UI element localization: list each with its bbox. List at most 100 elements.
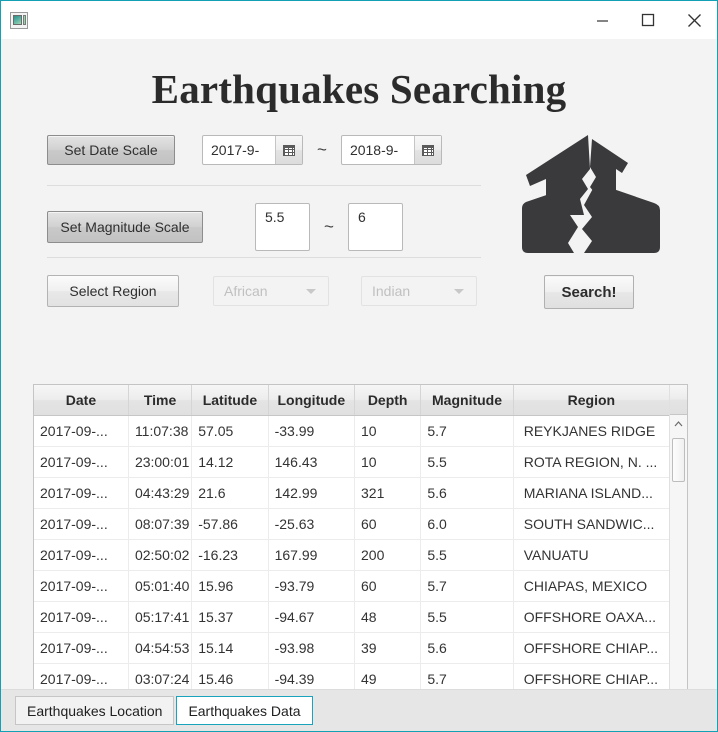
cell-region: MARIANA ISLAND...: [513, 477, 669, 509]
column-header-time[interactable]: Time: [128, 385, 193, 416]
chevron-down-icon: [454, 289, 464, 294]
calendar-icon: [283, 144, 295, 156]
date-from-value: 2017-9-: [211, 142, 260, 158]
cell-longitude: 167.99: [268, 539, 356, 571]
minimize-button[interactable]: [579, 1, 625, 39]
column-header-depth[interactable]: Depth: [354, 385, 422, 416]
magnitude-from-input[interactable]: 5.5: [255, 203, 310, 251]
scroll-up-button[interactable]: [670, 415, 687, 432]
divider-2: [47, 257, 481, 258]
cell-time: 02:50:02: [128, 539, 193, 571]
date-from-field[interactable]: 2017-9-: [202, 135, 303, 165]
date-scale-row: Set Date Scale 2017-9- ~ 2018-9-: [47, 135, 442, 165]
column-header-longitude[interactable]: Longitude: [268, 385, 356, 416]
vertical-scrollbar[interactable]: [669, 385, 687, 723]
date-from-calendar-button[interactable]: [275, 136, 302, 164]
region-row: Select Region African Indian: [47, 275, 477, 307]
search-button[interactable]: Search!: [544, 275, 634, 309]
select-region-button[interactable]: Select Region: [47, 275, 179, 307]
cell-region: OFFSHORE OAXA...: [513, 601, 669, 633]
cell-latitude: 15.14: [191, 632, 269, 664]
date-to-field[interactable]: 2018-9-: [340, 135, 442, 165]
region-combo-secondary-value: Indian: [372, 283, 411, 299]
application-window: Earthquakes Searching Set Date Scale 201…: [0, 0, 718, 732]
table-row[interactable]: 2017-09-... 11:07:38 57.05 -33.99 10 5.7 REYKJ…: [34, 415, 669, 447]
cell-time: 05:17:41: [128, 601, 193, 633]
scrollbar-thumb[interactable]: [672, 438, 685, 482]
table-row[interactable]: 2017-09-... 04:43:29 21.6 142.99 321 5.6 MARIA…: [34, 477, 669, 509]
table-body: 2017-09-... 11:07:38 57.05 -33.99 10 5.7 REYKJ…: [34, 415, 669, 723]
cell-time: 05:01:40: [128, 570, 193, 602]
cell-longitude: -93.79: [268, 570, 356, 602]
column-header-region[interactable]: Region: [513, 385, 669, 416]
cell-depth: 39: [354, 632, 422, 664]
cell-magnitude: 6.0: [420, 508, 514, 540]
chevron-down-icon: [306, 289, 316, 294]
cell-region: VANUATU: [513, 539, 669, 571]
cell-magnitude: 5.5: [420, 539, 514, 571]
cell-magnitude: 5.7: [420, 570, 514, 602]
date-to-calendar-button[interactable]: [413, 136, 441, 164]
table-row[interactable]: 2017-09-... 08:07:39 -57.86 -25.63 60 6.0 SOUT…: [34, 508, 669, 540]
picture-icon: [10, 11, 28, 29]
cell-magnitude: 5.6: [420, 632, 514, 664]
cell-latitude: 57.05: [191, 415, 269, 447]
cell-region: SOUTH SANDWIC...: [513, 508, 669, 540]
cell-depth: 60: [354, 508, 422, 540]
cell-longitude: 146.43: [268, 446, 356, 478]
calendar-icon: [421, 144, 434, 156]
cell-magnitude: 5.7: [420, 415, 514, 447]
cell-region: OFFSHORE CHIAP...: [513, 632, 669, 664]
cell-date: 2017-09-...: [34, 508, 129, 540]
cell-time: 04:54:53: [128, 632, 193, 664]
cell-longitude: -93.98: [268, 632, 356, 664]
tab-earthquakes-location[interactable]: Earthquakes Location: [15, 696, 175, 725]
column-header-date[interactable]: Date: [34, 385, 129, 416]
maximize-button[interactable]: [625, 1, 671, 39]
cell-longitude: -25.63: [268, 508, 356, 540]
cell-latitude: -57.86: [191, 508, 269, 540]
cell-date: 2017-09-...: [34, 415, 129, 447]
cell-depth: 200: [354, 539, 422, 571]
table-row[interactable]: 2017-09-... 05:17:41 15.37 -94.67 48 5.5 OFFSH…: [34, 601, 669, 633]
earthquakes-table: Date Time Latitude Longitude Depth Magnitude R…: [33, 384, 688, 724]
picture-icon-thumb: [13, 15, 22, 25]
date-to-value: 2018-9-: [349, 142, 399, 158]
cell-depth: 10: [354, 446, 422, 478]
scrollbar-track[interactable]: [670, 432, 687, 706]
region-combo-primary[interactable]: African: [213, 276, 329, 306]
table-row[interactable]: 2017-09-... 23:00:01 14.12 146.43 10 5.5 ROTA …: [34, 446, 669, 478]
cell-latitude: -16.23: [191, 539, 269, 571]
date-range-separator: ~: [317, 140, 327, 159]
table-row[interactable]: 2017-09-... 05:01:40 15.96 -93.79 60 5.7 CHIAP…: [34, 570, 669, 602]
set-magnitude-scale-button[interactable]: Set Magnitude Scale: [47, 211, 203, 243]
set-date-scale-button[interactable]: Set Date Scale: [47, 135, 175, 165]
page-title: Earthquakes Searching: [151, 66, 567, 112]
cell-longitude: -94.67: [268, 601, 356, 633]
region-combo-secondary[interactable]: Indian: [361, 276, 477, 306]
close-button[interactable]: [671, 1, 717, 39]
region-combo-primary-value: African: [224, 283, 268, 299]
table-header-row: Date Time Latitude Longitude Depth Magnitude R…: [34, 385, 669, 416]
magnitude-to-input[interactable]: 6: [347, 203, 403, 251]
cell-longitude: 142.99: [268, 477, 356, 509]
cell-region: REYKJANES RIDGE: [513, 415, 669, 447]
results-table: Date Time Latitude Longitude Depth Magnitude R…: [34, 385, 669, 723]
cell-latitude: 14.12: [191, 446, 269, 478]
column-header-latitude[interactable]: Latitude: [191, 385, 269, 416]
window-controls: [579, 1, 717, 39]
cell-magnitude: 5.5: [420, 601, 514, 633]
client-area: Earthquakes Searching Set Date Scale 201…: [1, 39, 717, 731]
cell-time: 04:43:29: [128, 477, 193, 509]
column-header-magnitude[interactable]: Magnitude: [420, 385, 514, 416]
title-bar: [1, 1, 717, 39]
cell-time: 23:00:01: [128, 446, 193, 478]
search-form: Set Date Scale 2017-9- ~ 2018-9- Set Mag…: [1, 135, 717, 331]
cell-time: 11:07:38: [128, 415, 193, 447]
table-row[interactable]: 2017-09-... 04:54:53 15.14 -93.98 39 5.6 OFFSH…: [34, 632, 669, 664]
cell-magnitude: 5.5: [420, 446, 514, 478]
cell-latitude: 15.37: [191, 601, 269, 633]
tab-earthquakes-data[interactable]: Earthquakes Data: [176, 696, 313, 725]
magnitude-scale-row: Set Magnitude Scale 5.5 ~ 6: [47, 203, 403, 251]
table-row[interactable]: 2017-09-... 02:50:02 -16.23 167.99 200 5.5 VAN…: [34, 539, 669, 571]
